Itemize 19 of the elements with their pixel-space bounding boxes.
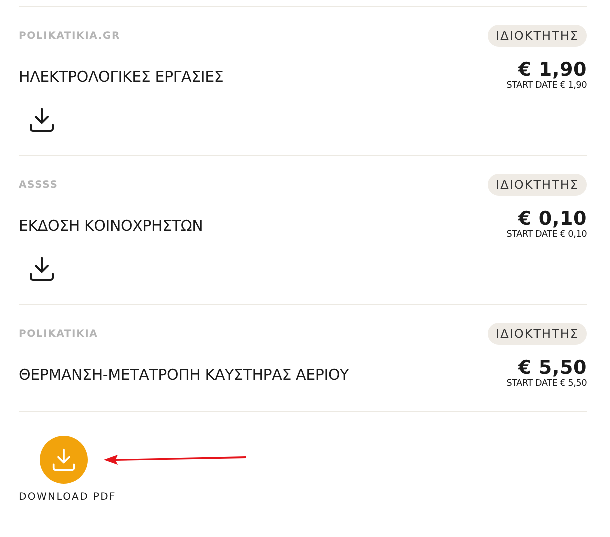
download-icon xyxy=(52,448,76,472)
source-label: POLIKATIKIA.GR xyxy=(19,30,120,42)
start-date: START DATE € 1,90 xyxy=(506,81,587,91)
download-pdf-label: DOWNLOAD PDF xyxy=(19,492,118,503)
role-badge: ΙΔΙΟΚΤΗΤΗΣ xyxy=(488,25,587,47)
amount: € 5,50 xyxy=(518,357,587,379)
item-title: ΗΛΕΚΤΡΟΛΟΓΙΚΕΣ ΕΡΓΑΣΙΕΣ xyxy=(19,68,224,86)
amount: € 0,10 xyxy=(518,208,587,230)
role-badge: ΙΔΙΟΚΤΗΤΗΣ xyxy=(488,174,587,196)
amount: € 1,90 xyxy=(518,59,587,81)
item-title: ΕΚΔΟΣΗ ΚΟΙΝΟΧΡΗΣΤΩΝ xyxy=(19,217,204,235)
start-date: START DATE € 0,10 xyxy=(506,230,587,240)
role-badge: ΙΔΙΟΚΤΗΤΗΣ xyxy=(488,323,587,345)
source-label: POLIKATIKIA xyxy=(19,328,98,340)
download-icon[interactable] xyxy=(29,107,55,133)
download-icon[interactable] xyxy=(29,256,55,282)
item-title: ΘΕΡΜΑΝΣΗ-ΜΕΤΑΤΡΟΠΗ ΚΑΥΣΤΗΡΑΣ ΑΕΡΙΟΥ xyxy=(19,366,350,384)
source-label: ASSSS xyxy=(19,180,58,190)
start-date: START DATE € 5,50 xyxy=(506,379,587,389)
